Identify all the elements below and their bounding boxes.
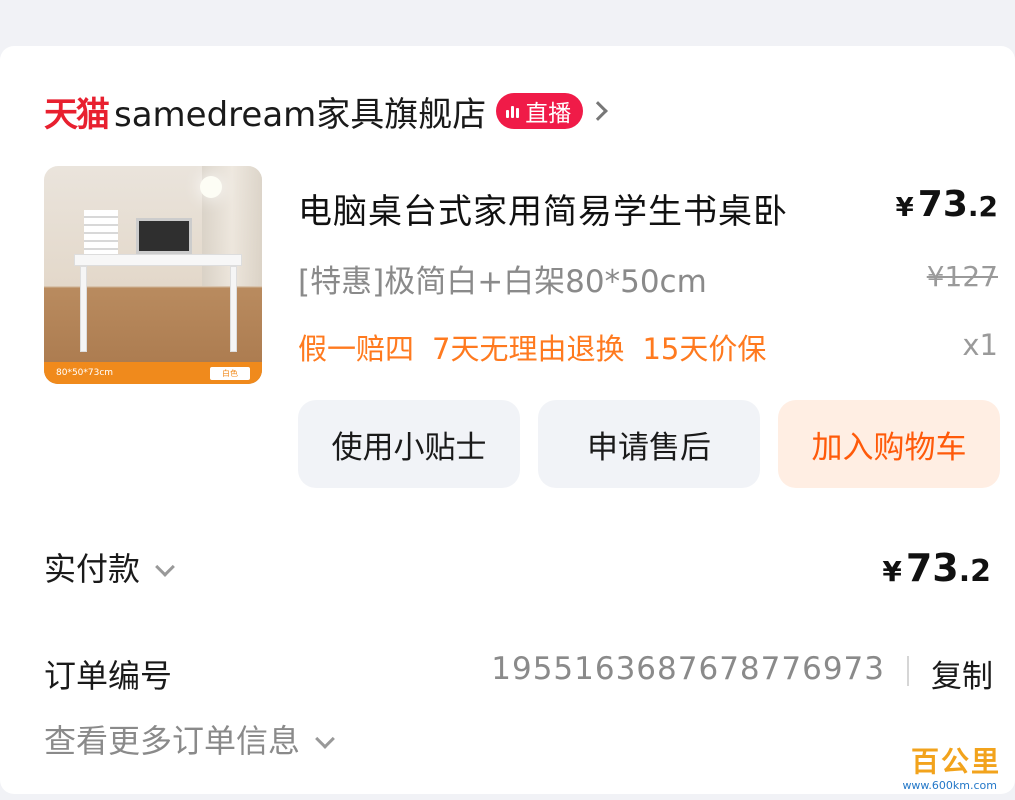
service-tags: 假一赔四 7天无理由退换 15天价保: [298, 326, 766, 368]
tmall-logo: 天猫: [44, 94, 110, 135]
quantity: x1: [962, 328, 998, 362]
shop-header[interactable]: 天猫 samedream家具旗舰店 直播: [44, 87, 609, 136]
add-to-cart-button[interactable]: 加入购物车: [778, 400, 1000, 488]
tag-fake-compensation: 假一赔四: [298, 332, 415, 366]
order-number-label: 订单编号: [44, 657, 173, 695]
product-sku: [特惠]极简白+白架80*50cm: [298, 264, 707, 300]
tag-7day-return: 7天无理由退换: [432, 332, 625, 366]
watermark-url: www.600km.com: [902, 779, 997, 792]
divider: [907, 656, 909, 686]
chevron-right-icon[interactable]: [588, 101, 609, 121]
original-price: ¥127: [926, 260, 998, 293]
product-title[interactable]: 电脑桌台式家用简易学生书桌卧: [298, 184, 788, 233]
shop-name[interactable]: samedream家具旗舰店: [114, 87, 486, 136]
after-sale-button[interactable]: 申请售后: [538, 400, 760, 488]
payment-total: ¥73.2: [882, 546, 991, 590]
more-order-info[interactable]: 查看更多订单信息: [44, 716, 335, 762]
copy-button[interactable]: 复制: [931, 651, 993, 696]
live-badge-label: 直播: [525, 101, 572, 127]
watermark-title: 百公里: [910, 745, 1001, 778]
payment-label[interactable]: 实付款: [44, 544, 175, 590]
chevron-down-icon[interactable]: [315, 729, 335, 749]
tag-15day-price-protect: 15天价保: [642, 332, 767, 366]
image-size-caption: 80*50*73cm: [56, 368, 114, 378]
order-number: 1955163687678776973: [491, 651, 885, 687]
chevron-down-icon[interactable]: [155, 557, 175, 577]
watermark-logo: 百公里 www.600km.com: [877, 740, 1001, 794]
tips-button[interactable]: 使用小贴士: [298, 400, 520, 488]
product-image[interactable]: 80*50*73cm 白色: [44, 166, 262, 384]
live-badge[interactable]: 直播: [496, 93, 584, 129]
image-color-chip: 白色: [210, 366, 250, 380]
product-price: ¥73.2: [895, 184, 998, 225]
live-bars-icon: [506, 104, 520, 118]
